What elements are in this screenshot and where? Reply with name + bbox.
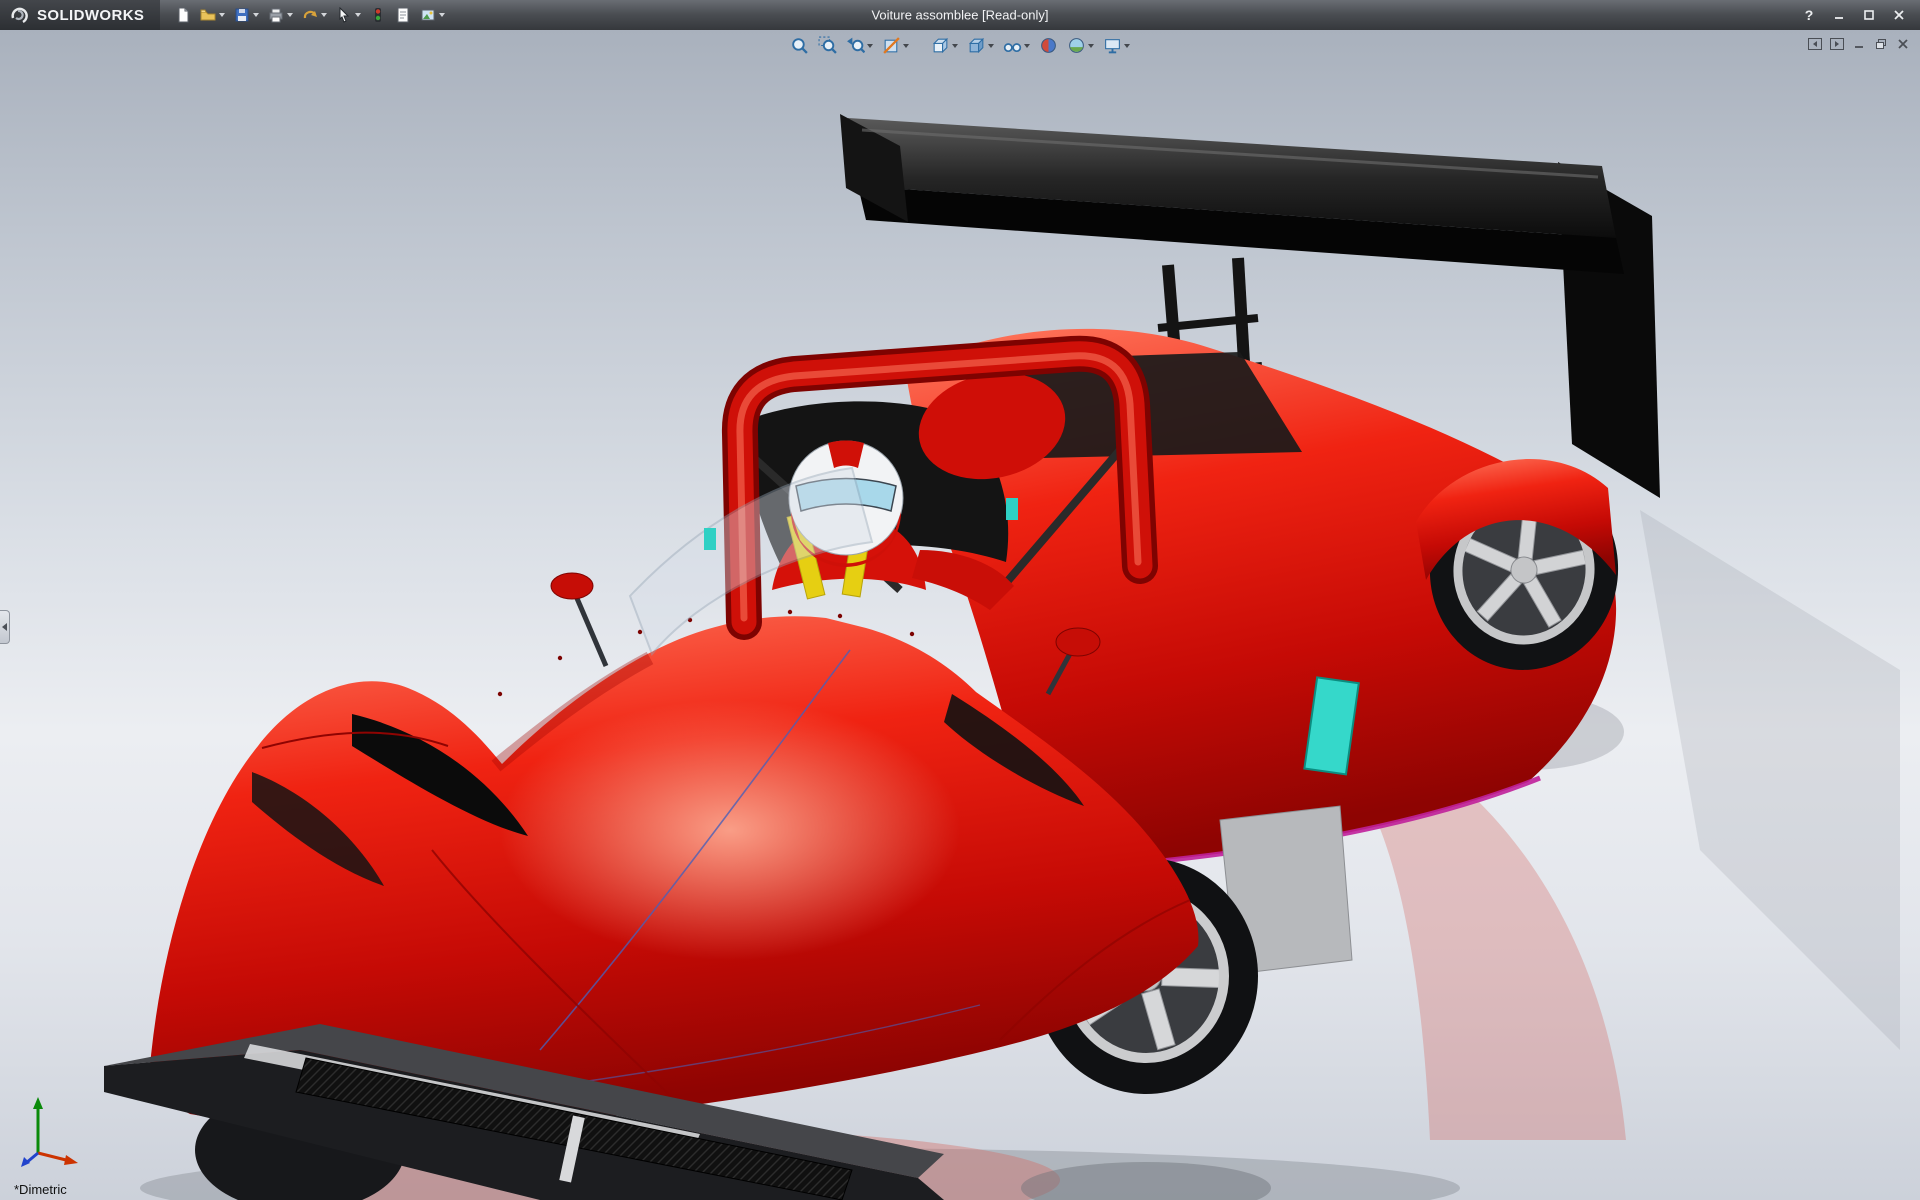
apply-scene-button[interactable] [1065, 34, 1096, 57]
model-3d-view[interactable] [0, 30, 1920, 1200]
appearance-sphere-icon [1041, 38, 1056, 53]
pane-toggle-left-icon [1808, 37, 1822, 50]
window-controls: ? [1800, 6, 1920, 24]
view-settings-button[interactable] [1101, 34, 1132, 57]
dropdown-arrow-icon [1024, 43, 1030, 48]
dropdown-arrow-icon [439, 13, 446, 17]
rebuild-traffic-light-icon [375, 8, 382, 22]
mirror-stalk [573, 595, 609, 667]
zoom-to-area-icon [818, 36, 837, 54]
save-button[interactable] [231, 4, 262, 26]
heads-up-toolbar [788, 34, 1132, 57]
zoom-to-fit-icon [792, 38, 808, 54]
view-settings-monitor-icon [1105, 39, 1120, 54]
zoom-to-area-button[interactable] [816, 34, 839, 57]
undo-arrow-icon [304, 10, 318, 19]
toggle-display-pane-button[interactable] [1828, 36, 1846, 51]
right-mirror[interactable] [1055, 627, 1101, 657]
hide-show-items-button[interactable] [1001, 34, 1032, 57]
document-window-controls [1806, 36, 1912, 51]
select-button[interactable] [333, 4, 364, 26]
titlebar: SOLIDWORKS Voiture assomblee [Read-only]… [0, 0, 1920, 30]
previous-view-icon [847, 37, 865, 54]
hood-highlight [500, 700, 960, 960]
3ds-logo-icon [11, 7, 28, 24]
solidworks-logo: SOLIDWORKS [0, 0, 161, 30]
toolbar-separator [916, 45, 924, 46]
select-cursor-icon [339, 7, 350, 23]
section-view-icon [883, 37, 900, 54]
open-folder-icon [200, 9, 216, 21]
dropdown-arrow-icon [903, 43, 909, 48]
dropdown-arrow-icon [867, 43, 873, 48]
display-style-button[interactable] [965, 34, 996, 57]
save-disk-icon [235, 8, 249, 22]
document-close-button[interactable] [1894, 36, 1912, 51]
document-minimize-button[interactable] [1850, 36, 1868, 51]
display-style-icon [968, 37, 985, 54]
view-orientation-button[interactable] [929, 34, 960, 57]
new-document-icon [178, 7, 189, 23]
previous-view-button[interactable] [844, 34, 875, 57]
image-options-icon [421, 9, 435, 21]
view-orientation-label: *Dimetric [14, 1182, 67, 1197]
edit-appearance-button[interactable] [1037, 34, 1060, 57]
main-toolbar [160, 4, 460, 26]
new-button[interactable] [172, 4, 194, 26]
minimize-icon [1835, 17, 1843, 19]
feature-pane-handle[interactable] [0, 610, 10, 644]
solidworks-window: SOLIDWORKS Voiture assomblee [Read-only]… [0, 0, 1920, 1200]
minimize-button[interactable] [1830, 6, 1848, 24]
help-button[interactable]: ? [1800, 6, 1818, 24]
triad-axes-icon [21, 1097, 78, 1167]
printer-icon [269, 8, 283, 23]
graphics-viewport[interactable]: *Dimetric [0, 30, 1920, 1200]
teal-accent [704, 528, 716, 550]
close-button[interactable] [1890, 6, 1908, 24]
restore-icon [1876, 38, 1886, 49]
properties-sheet-icon [397, 7, 409, 23]
eyeglasses-icon [1003, 43, 1022, 53]
maximize-icon [1864, 10, 1874, 20]
dropdown-arrow-icon [219, 13, 226, 17]
options-button[interactable] [417, 4, 448, 26]
document-title: Voiture assomblee [Read-only] [871, 7, 1049, 23]
scene-sphere-icon [1069, 38, 1084, 53]
teal-accent [1006, 498, 1018, 520]
orientation-triad [20, 1091, 82, 1174]
toggle-feature-pane-button[interactable] [1806, 36, 1824, 51]
dropdown-arrow-icon [321, 13, 328, 17]
left-mirror[interactable] [550, 572, 594, 600]
rebuild-button[interactable] [367, 4, 389, 26]
open-button[interactable] [197, 4, 228, 26]
zoom-to-fit-button[interactable] [788, 34, 811, 57]
dropdown-arrow-icon [355, 13, 362, 17]
file-properties-button[interactable] [392, 4, 414, 26]
undo-button[interactable] [299, 4, 330, 26]
section-view-button[interactable] [880, 34, 911, 57]
brand-name: SOLIDWORKS [37, 6, 145, 24]
minimize-icon [1855, 45, 1863, 48]
dropdown-arrow-icon [253, 13, 260, 17]
dropdown-arrow-icon [287, 13, 294, 17]
pane-toggle-right-icon [1830, 37, 1844, 50]
chevron-left-icon [2, 623, 7, 631]
close-icon [1898, 38, 1908, 49]
dropdown-arrow-icon [952, 43, 958, 48]
dropdown-arrow-icon [988, 43, 994, 48]
view-orientation-cube-icon [932, 37, 949, 54]
print-button[interactable] [265, 4, 296, 26]
document-restore-button[interactable] [1872, 36, 1890, 51]
close-icon [1894, 10, 1904, 20]
maximize-button[interactable] [1860, 6, 1878, 24]
dropdown-arrow-icon [1124, 43, 1130, 48]
dropdown-arrow-icon [1088, 43, 1094, 48]
